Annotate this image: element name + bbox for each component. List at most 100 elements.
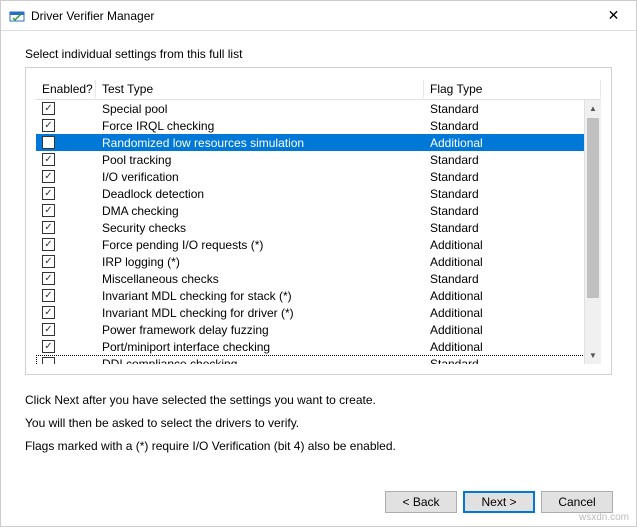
checkbox-icon[interactable]: ✓	[42, 102, 55, 115]
titlebar: Driver Verifier Manager ✕	[1, 1, 636, 31]
checkbox-icon[interactable]: ✓	[42, 289, 55, 302]
instruction-label: Select individual settings from this ful…	[25, 47, 612, 61]
checkbox-icon[interactable]: ✓	[42, 204, 55, 217]
flag-type-cell: Standard	[424, 119, 601, 133]
checkbox-cell[interactable]: ✓	[36, 221, 96, 234]
table-row[interactable]: ✓Special poolStandard	[36, 100, 601, 117]
test-type-cell: DDI compliance checking	[96, 357, 424, 365]
checkbox-icon[interactable]: ✓	[42, 306, 55, 319]
test-type-cell: DMA checking	[96, 204, 424, 218]
checkbox-cell[interactable]	[36, 136, 96, 149]
checkbox-icon[interactable]	[42, 136, 55, 149]
checkbox-icon[interactable]: ✓	[42, 340, 55, 353]
scroll-thumb[interactable]	[587, 118, 599, 298]
cancel-button[interactable]: Cancel	[541, 491, 613, 513]
table-row[interactable]: Randomized low resources simulationAddit…	[36, 134, 601, 151]
test-type-cell: Randomized low resources simulation	[96, 136, 424, 150]
list-frame: Enabled? Test Type Flag Type ✓ Special po…	[25, 67, 612, 375]
back-button[interactable]: < Back	[385, 491, 457, 513]
window-title: Driver Verifier Manager	[31, 9, 591, 23]
test-type-cell: IRP logging (*)	[96, 255, 424, 269]
checkbox-cell[interactable]	[36, 357, 96, 364]
checkbox-icon[interactable]: ✓	[42, 221, 55, 234]
scroll-down-button[interactable]: ▼	[585, 347, 601, 364]
table-row[interactable]: ✓Power framework delay fuzzingAdditional	[36, 321, 601, 338]
test-type-cell: Invariant MDL checking for stack (*)	[96, 289, 424, 303]
checkbox-icon[interactable]: ✓	[42, 153, 55, 166]
table-row[interactable]: ✓ I/O verificationStandard	[36, 168, 601, 185]
flag-type-cell: Additional	[424, 306, 601, 320]
table-row[interactable]: ✓ Security checksStandard	[36, 219, 601, 236]
checkbox-icon[interactable]: ✓	[42, 187, 55, 200]
flag-type-cell: Standard	[424, 187, 601, 201]
table-row[interactable]: ✓ Port/miniport interface checkingAdditio…	[36, 338, 601, 355]
checkbox-cell[interactable]: ✓	[36, 238, 96, 251]
table-row[interactable]: ✓ Force pending I/O requests (*)Additiona…	[36, 236, 601, 253]
test-type-cell: Special pool	[96, 102, 424, 116]
table-row[interactable]: ✓Force IRQL checkingStandard	[36, 117, 601, 134]
checkbox-cell[interactable]: ✓	[36, 204, 96, 217]
flag-type-cell: Standard	[424, 153, 601, 167]
close-button[interactable]: ✕	[591, 1, 636, 31]
checkbox-cell[interactable]: ✓	[36, 153, 96, 166]
table-row[interactable]: ✓ IRP logging (*)Additional	[36, 253, 601, 270]
list-header: Enabled? Test Type Flag Type	[36, 78, 601, 100]
flag-type-cell: Additional	[424, 238, 601, 252]
checkbox-icon[interactable]: ✓	[42, 170, 55, 183]
flag-type-cell: Standard	[424, 357, 601, 365]
checkbox-cell[interactable]: ✓	[36, 170, 96, 183]
test-type-cell: Pool tracking	[96, 153, 424, 167]
flag-type-cell: Additional	[424, 323, 601, 337]
scroll-up-button[interactable]: ▲	[585, 100, 601, 117]
flag-type-cell: Standard	[424, 221, 601, 235]
checkbox-cell[interactable]: ✓	[36, 187, 96, 200]
column-enabled[interactable]: Enabled?	[36, 80, 96, 98]
table-row[interactable]: ✓Miscellaneous checksStandard	[36, 270, 601, 287]
checkbox-icon[interactable]: ✓	[42, 272, 55, 285]
test-type-cell: Port/miniport interface checking	[96, 340, 424, 354]
notes: Click Next after you have selected the s…	[25, 389, 612, 457]
checkbox-icon[interactable]: ✓	[42, 323, 55, 336]
column-flag-type[interactable]: Flag Type	[424, 80, 601, 98]
test-type-cell: Security checks	[96, 221, 424, 235]
test-type-cell: Deadlock detection	[96, 187, 424, 201]
checkbox-cell[interactable]: ✓	[36, 306, 96, 319]
checkbox-cell[interactable]: ✓	[36, 119, 96, 132]
column-test-type[interactable]: Test Type	[96, 80, 424, 98]
flag-type-cell: Standard	[424, 170, 601, 184]
checkbox-cell[interactable]: ✓	[36, 289, 96, 302]
note-line-1: Click Next after you have selected the s…	[25, 389, 612, 412]
test-type-cell: Force pending I/O requests (*)	[96, 238, 424, 252]
checkbox-icon[interactable]	[42, 357, 55, 364]
note-line-2: You will then be asked to select the dri…	[25, 412, 612, 435]
table-row[interactable]: ✓Invariant MDL checking for stack (*)Add…	[36, 287, 601, 304]
close-icon: ✕	[608, 7, 620, 24]
checkbox-cell[interactable]: ✓	[36, 323, 96, 336]
table-row[interactable]: ✓ Invariant MDL checking for driver (*)Ad…	[36, 304, 601, 321]
test-type-cell: I/O verification	[96, 170, 424, 184]
flag-type-cell: Standard	[424, 204, 601, 218]
table-row[interactable]: DDI compliance checkingStandard	[36, 355, 601, 364]
flag-type-cell: Additional	[424, 340, 601, 354]
settings-list[interactable]: Enabled? Test Type Flag Type ✓ Special po…	[36, 78, 601, 364]
watermark: wsxdn.com	[579, 512, 629, 523]
next-button[interactable]: Next >	[463, 491, 535, 513]
checkbox-cell[interactable]: ✓	[36, 272, 96, 285]
checkbox-cell[interactable]: ✓	[36, 340, 96, 353]
note-line-3: Flags marked with a (*) require I/O Veri…	[25, 435, 612, 458]
checkbox-icon[interactable]: ✓	[42, 238, 55, 251]
table-row[interactable]: ✓ Pool trackingStandard	[36, 151, 601, 168]
table-row[interactable]: ✓ Deadlock detectionStandard	[36, 185, 601, 202]
table-row[interactable]: ✓ DMA checkingStandard	[36, 202, 601, 219]
button-bar: < Back Next > Cancel	[385, 491, 613, 513]
checkbox-cell[interactable]: ✓	[36, 102, 96, 115]
content-area: Select individual settings from this ful…	[1, 31, 636, 457]
checkbox-cell[interactable]: ✓	[36, 255, 96, 268]
checkbox-icon[interactable]: ✓	[42, 255, 55, 268]
app-icon	[9, 8, 25, 24]
flag-type-cell: Additional	[424, 255, 601, 269]
flag-type-cell: Standard	[424, 272, 601, 286]
checkbox-icon[interactable]: ✓	[42, 119, 55, 132]
scrollbar[interactable]: ▲ ▼	[584, 100, 601, 364]
test-type-cell: Invariant MDL checking for driver (*)	[96, 306, 424, 320]
